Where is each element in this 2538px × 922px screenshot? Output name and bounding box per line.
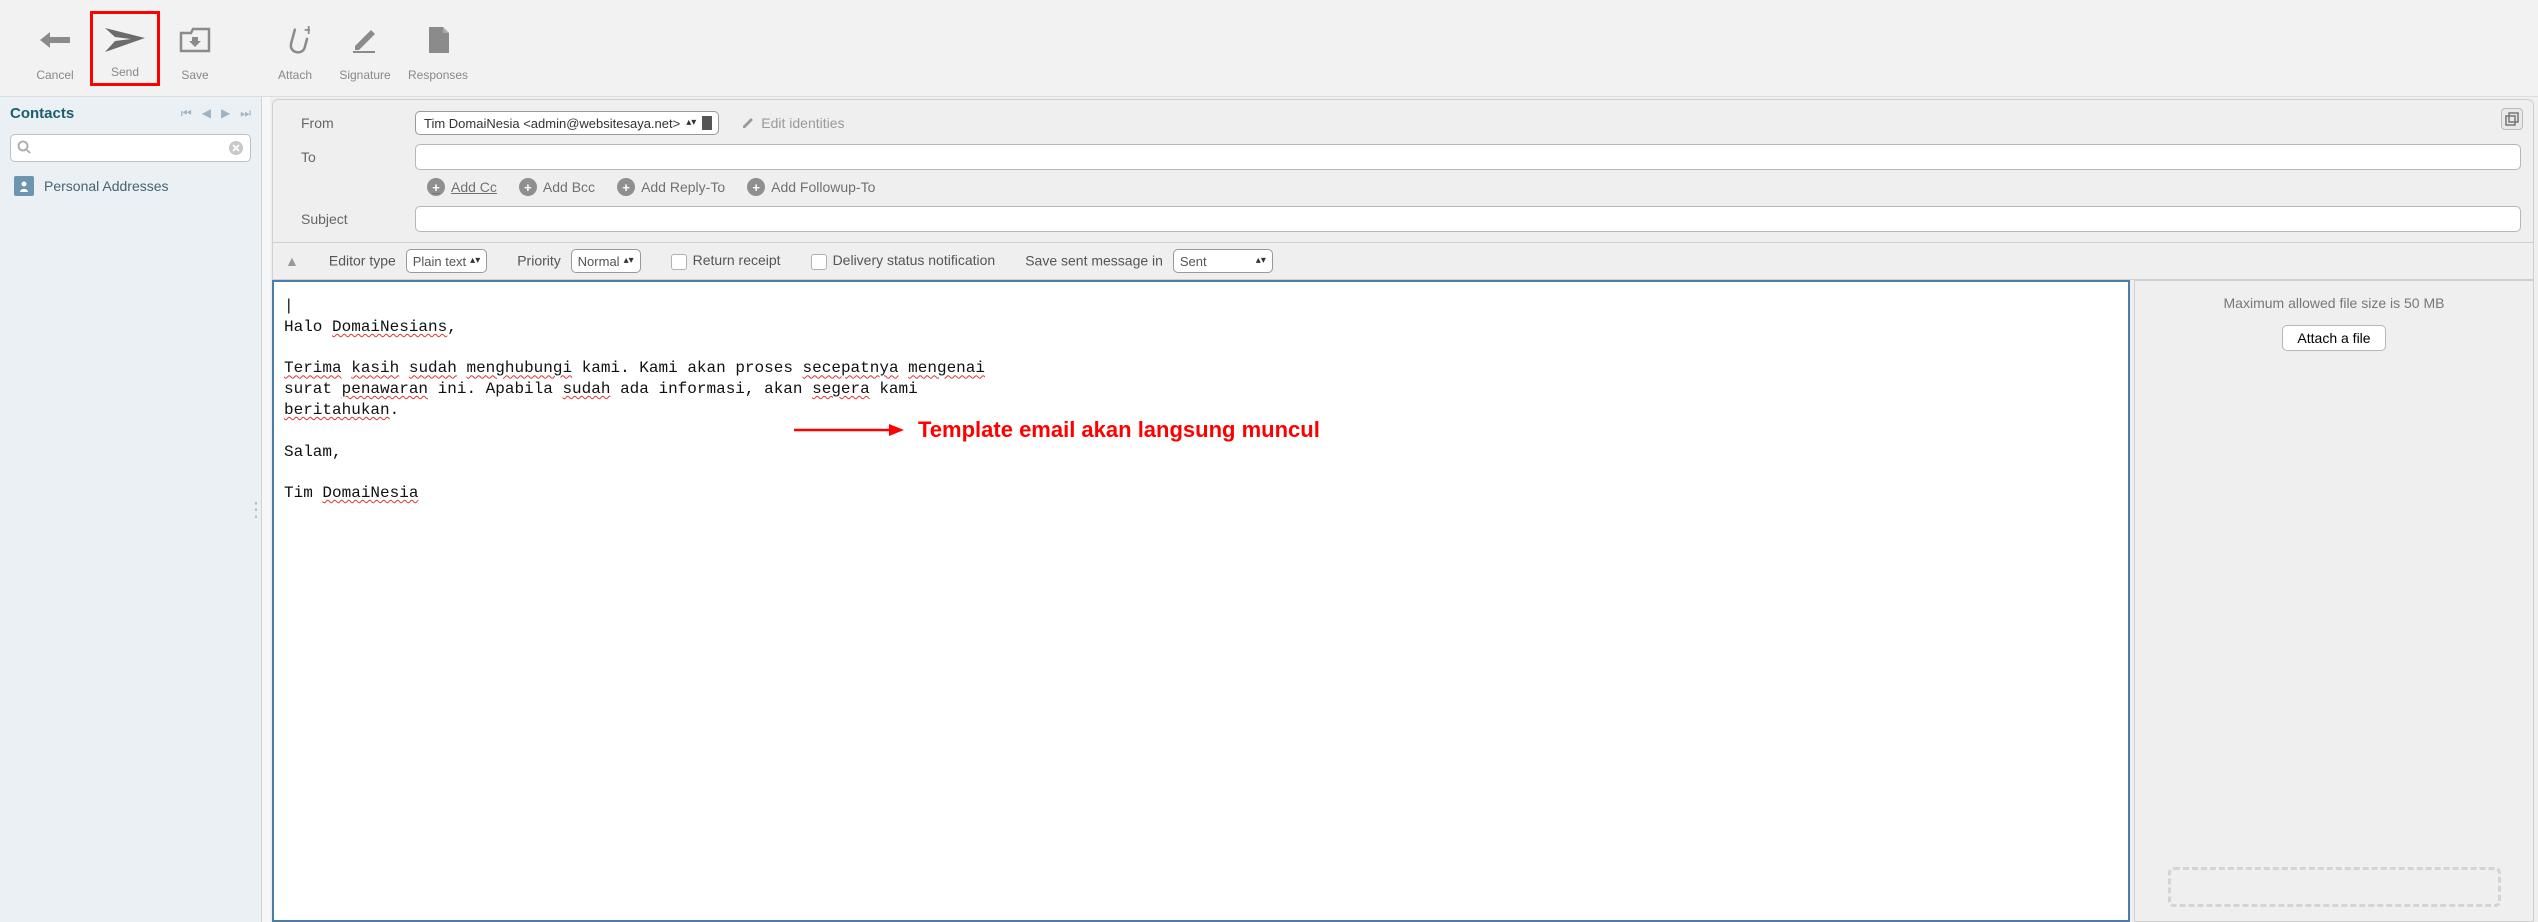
sidebar-title: Contacts bbox=[10, 105, 74, 122]
attach-file-button[interactable]: Attach a file bbox=[2282, 325, 2385, 351]
dropzone-icon[interactable] bbox=[2168, 867, 2501, 907]
splitter-handle[interactable]: ⋮⋮ bbox=[262, 97, 270, 922]
contacts-search-input[interactable] bbox=[10, 134, 251, 162]
last-page-icon[interactable]: ⏭ bbox=[240, 106, 251, 121]
attachments-pane: Maximum allowed file size is 50 MB Attac… bbox=[2134, 280, 2534, 922]
from-label: From bbox=[285, 115, 405, 131]
address-book-item[interactable]: Personal Addresses bbox=[0, 166, 261, 206]
subject-label: Subject bbox=[285, 211, 405, 227]
add-replyto-link[interactable]: +Add Reply-To bbox=[617, 178, 725, 196]
paperclip-icon: + bbox=[280, 15, 310, 64]
annotation: Template email akan langsung muncul bbox=[794, 416, 1320, 445]
editor-type-select[interactable]: Plain text ▴▾ bbox=[406, 249, 488, 273]
edit-identities-label: Edit identities bbox=[761, 115, 844, 131]
add-cc-link[interactable]: +Add Cc bbox=[427, 178, 497, 196]
compose-panel: From Tim DomaiNesia <admin@websitesaya.n… bbox=[270, 97, 2538, 922]
max-filesize-text: Maximum allowed file size is 50 MB bbox=[2224, 295, 2445, 311]
first-page-icon[interactable]: ⏮ bbox=[181, 106, 192, 121]
checkbox-icon bbox=[671, 254, 687, 270]
message-body-editor[interactable]: | Halo DomaiNesians, Terima kasih sudah … bbox=[272, 280, 2130, 922]
dsn-checkbox[interactable]: Delivery status notification bbox=[811, 252, 996, 269]
save-button[interactable]: Save bbox=[160, 11, 230, 86]
edit-identities-link[interactable]: Edit identities bbox=[741, 115, 844, 131]
next-page-icon[interactable]: ▶ bbox=[221, 106, 230, 121]
prev-page-icon[interactable]: ◀ bbox=[202, 106, 211, 121]
plus-icon: + bbox=[617, 178, 635, 196]
send-button[interactable]: Send bbox=[90, 11, 160, 86]
responses-label: Responses bbox=[408, 68, 468, 82]
addressbook-icon bbox=[14, 176, 34, 196]
document-icon bbox=[425, 15, 451, 64]
annotation-text: Template email akan langsung muncul bbox=[918, 416, 1320, 445]
priority-select[interactable]: Normal ▴▾ bbox=[571, 249, 641, 273]
return-receipt-checkbox[interactable]: Return receipt bbox=[671, 252, 781, 269]
nav-arrows: ⏮ ◀ ▶ ⏭ bbox=[181, 106, 251, 121]
cancel-label: Cancel bbox=[36, 68, 73, 82]
paper-plane-icon bbox=[103, 18, 147, 61]
add-bcc-link[interactable]: +Add Bcc bbox=[519, 178, 595, 196]
pencil-icon bbox=[351, 15, 379, 64]
compose-header: From Tim DomaiNesia <admin@websitesaya.n… bbox=[272, 99, 2534, 243]
save-sent-label: Save sent message in bbox=[1025, 253, 1163, 269]
contacts-sidebar: Contacts ⏮ ◀ ▶ ⏭ Personal Addresses bbox=[0, 97, 262, 922]
updown-icon: ▴▾ bbox=[686, 119, 696, 127]
from-select[interactable]: Tim DomaiNesia <admin@websitesaya.net> ▴… bbox=[415, 111, 719, 135]
svg-text:+: + bbox=[304, 25, 310, 39]
to-input[interactable] bbox=[415, 144, 2521, 170]
from-value: Tim DomaiNesia <admin@websitesaya.net> bbox=[424, 116, 680, 131]
add-followupto-link[interactable]: +Add Followup-To bbox=[747, 178, 875, 196]
updown-icon: ▴▾ bbox=[470, 257, 480, 265]
send-label: Send bbox=[111, 65, 139, 79]
save-folder-icon bbox=[179, 15, 211, 64]
plus-icon: + bbox=[427, 178, 445, 196]
priority-label: Priority bbox=[517, 253, 561, 269]
back-arrow-icon bbox=[38, 15, 72, 64]
clear-search-icon[interactable] bbox=[228, 140, 244, 159]
save-sent-select[interactable]: Sent ▴▾ bbox=[1173, 249, 1273, 273]
signature-label: Signature bbox=[339, 68, 390, 82]
checkbox-icon bbox=[811, 254, 827, 270]
options-bar: ▲ Editor type Plain text ▴▾ Priority Nor… bbox=[272, 243, 2534, 280]
plus-icon: + bbox=[747, 178, 765, 196]
updown-icon: ▴▾ bbox=[1256, 257, 1266, 265]
save-label: Save bbox=[181, 68, 208, 82]
plus-icon: + bbox=[519, 178, 537, 196]
address-book-label: Personal Addresses bbox=[44, 178, 169, 194]
attach-button[interactable]: + Attach bbox=[260, 11, 330, 86]
search-icon bbox=[17, 140, 31, 157]
responses-button[interactable]: Responses bbox=[400, 11, 476, 86]
popout-icon[interactable] bbox=[2501, 108, 2523, 130]
cancel-button[interactable]: Cancel bbox=[20, 11, 90, 86]
pencil-small-icon bbox=[741, 116, 755, 130]
collapse-header-icon[interactable]: ▲ bbox=[285, 253, 299, 269]
arrow-icon bbox=[794, 420, 904, 440]
attach-label: Attach bbox=[278, 68, 312, 82]
main-toolbar: Cancel Send Save + Attach Signature Resp… bbox=[0, 0, 2538, 97]
editor-type-label: Editor type bbox=[329, 253, 396, 269]
signature-button[interactable]: Signature bbox=[330, 11, 400, 86]
subject-input[interactable] bbox=[415, 206, 2521, 232]
updown-icon: ▴▾ bbox=[624, 257, 634, 265]
to-label: To bbox=[285, 149, 405, 165]
